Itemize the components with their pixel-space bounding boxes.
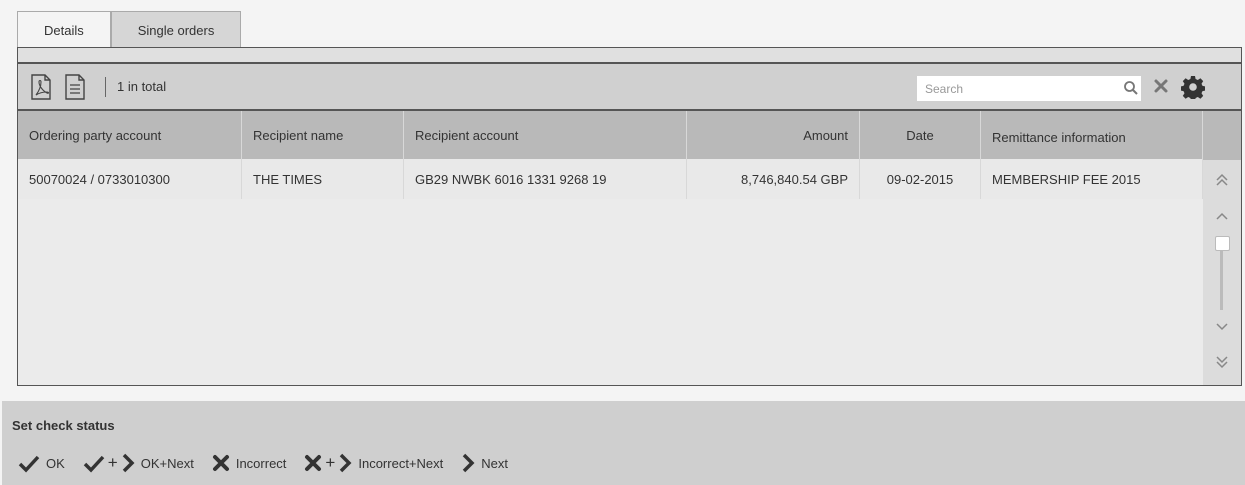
scroll-up-icon[interactable]: [1214, 209, 1230, 225]
table-header: Ordering party account Recipient name Re…: [18, 111, 1241, 159]
panel-header-strip: [18, 48, 1241, 64]
footer-title: Set check status: [12, 418, 115, 433]
next-button[interactable]: Next: [461, 453, 508, 473]
next-label: Next: [481, 455, 508, 471]
plus-sign: +: [325, 453, 336, 472]
column-header-recipient-account[interactable]: Recipient account: [404, 111, 687, 159]
scroll-top-icon[interactable]: [1214, 172, 1230, 188]
scroll-bottom-icon[interactable]: [1214, 354, 1230, 370]
toolbar-divider: [105, 76, 106, 97]
clear-icon[interactable]: [1153, 78, 1169, 94]
column-header-amount[interactable]: Amount: [687, 111, 860, 159]
search-input[interactable]: [917, 76, 1141, 101]
column-header-remittance-information[interactable]: Remittance information: [981, 111, 1203, 159]
document-export-icon[interactable]: [64, 73, 86, 100]
ok-next-label: OK+Next: [140, 455, 194, 471]
vertical-scrollbar[interactable]: [1203, 112, 1241, 385]
total-count: 1 in total: [117, 79, 167, 94]
toolbar: 1 in total: [18, 64, 1241, 111]
cell-recipient-name: THE TIMES: [242, 159, 404, 199]
cell-recipient-account: GB29 NWBK 6016 1331 9268 19: [404, 159, 687, 199]
table-row[interactable]: 50070024 / 0733010300 THE TIMES GB29 NWB…: [18, 159, 1241, 199]
pdf-export-icon[interactable]: [30, 73, 52, 100]
cell-date: 09-02-2015: [860, 159, 981, 199]
chevron-right-icon: [122, 453, 135, 473]
ok-button[interactable]: OK: [18, 453, 65, 473]
checkmark-icon: [83, 455, 105, 473]
scrollbar-thumb[interactable]: [1215, 236, 1230, 251]
search-icon[interactable]: [1123, 80, 1139, 96]
incorrect-label: Incorrect: [235, 455, 287, 471]
check-status-footer: Set check status OK + OK+Next Incorrect …: [2, 401, 1245, 485]
cross-icon: [305, 455, 322, 471]
tab-details[interactable]: Details: [17, 11, 111, 48]
column-header-recipient-name[interactable]: Recipient name: [242, 111, 404, 159]
chevron-right-icon: [463, 453, 475, 473]
cell-remittance-information: MEMBERSHIP FEE 2015: [981, 159, 1203, 199]
cross-icon: [212, 455, 229, 471]
tab-bar: Details Single orders: [17, 11, 242, 48]
tab-single-orders[interactable]: Single orders: [110, 11, 242, 48]
ok-label: OK: [46, 455, 65, 471]
column-header-date[interactable]: Date: [860, 111, 981, 159]
check-status-actions: OK + OK+Next Incorrect + Incorrect+Next …: [18, 453, 526, 473]
scroll-down-icon[interactable]: [1214, 318, 1230, 334]
cell-ordering-party-account: 50070024 / 0733010300: [18, 159, 242, 199]
ok-next-button[interactable]: + OK+Next: [83, 453, 194, 473]
plus-sign: +: [107, 453, 118, 472]
incorrect-next-label: Incorrect+Next: [358, 455, 444, 471]
gear-icon[interactable]: [1181, 75, 1205, 99]
orders-panel: 1 in total Ordering party account Recipi…: [17, 47, 1242, 386]
scrollbar-header: [1203, 112, 1241, 160]
cell-amount: 8,746,840.54 GBP: [687, 159, 860, 199]
chevron-right-icon: [340, 453, 352, 473]
checkmark-icon: [18, 455, 40, 473]
incorrect-next-button[interactable]: + Incorrect+Next: [304, 453, 443, 473]
incorrect-button[interactable]: Incorrect: [212, 453, 287, 473]
column-header-ordering-party-account[interactable]: Ordering party account: [18, 111, 242, 159]
